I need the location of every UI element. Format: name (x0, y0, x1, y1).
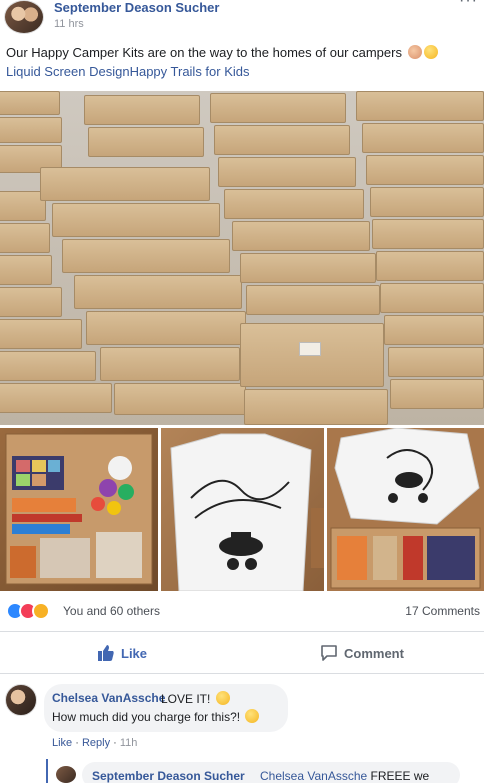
box (210, 93, 346, 123)
grinning-face-icon (245, 709, 260, 723)
reply-mention[interactable]: Chelsea VanAssche (260, 769, 367, 783)
comment-time: 11h (119, 737, 138, 749)
commenter-avatar[interactable] (5, 684, 37, 716)
post-author[interactable]: September Deason Sucher (54, 0, 219, 15)
reply-text: Chelsea VanAssche FREEE we (260, 769, 430, 783)
author-avatar[interactable] (4, 0, 44, 34)
reply-author-avatar[interactable] (56, 766, 76, 783)
box (240, 323, 384, 387)
comment-text-line1: LOVE IT! (161, 691, 230, 706)
box (224, 189, 364, 219)
box (214, 125, 350, 155)
box (240, 253, 376, 283)
box (372, 219, 484, 249)
post-message: Our Happy Camper Kits are on the way to … (6, 45, 402, 60)
box (86, 311, 246, 345)
divider (0, 673, 484, 674)
box (244, 389, 388, 425)
wow-reaction-icon (32, 602, 50, 620)
post-time[interactable]: 11 hrs (54, 18, 84, 30)
grinning-face-icon (215, 691, 230, 705)
reply-author[interactable]: September Deason Sucher (92, 769, 245, 783)
reply-thread-line (46, 759, 48, 783)
box (40, 167, 210, 201)
box (0, 255, 52, 285)
box (376, 251, 484, 281)
comment-icon (321, 645, 337, 661)
box (232, 221, 370, 251)
box (0, 287, 62, 317)
box (246, 285, 380, 315)
box (88, 127, 204, 157)
box (390, 379, 484, 409)
box (84, 95, 200, 125)
comment-button[interactable]: Comment (320, 644, 404, 664)
clapping-hands-icon (407, 45, 422, 59)
post-text: Our Happy Camper Kits are on the way to … (6, 43, 482, 81)
more-options-icon[interactable]: ··· (459, 0, 478, 10)
box (52, 203, 220, 237)
comments-count[interactable]: 17 Comments (405, 604, 480, 618)
like-button[interactable]: Like (97, 644, 147, 664)
smiling-face-icon (423, 45, 438, 59)
shipping-label (299, 342, 321, 356)
box (0, 223, 50, 253)
box (0, 91, 60, 115)
post-header: September Deason Sucher 11 hrs ··· (0, 0, 484, 40)
thumbs-up-icon (98, 645, 114, 661)
comment-label: Comment (344, 646, 404, 661)
box (114, 383, 246, 415)
comment-author[interactable]: Chelsea VanAssche (52, 691, 165, 705)
box (74, 275, 242, 309)
photo-tshirt-back[interactable] (327, 428, 484, 591)
post-photo-row (0, 428, 484, 591)
box (218, 157, 356, 187)
box (370, 187, 484, 217)
box (0, 351, 96, 381)
box (0, 117, 62, 143)
comment-text-line2: How much did you charge for this?! (52, 709, 260, 724)
box (0, 319, 82, 349)
photo-tshirt-front[interactable] (161, 428, 324, 591)
box (366, 155, 484, 185)
comment-actions: Like · Reply · 11h (52, 737, 138, 749)
like-label: Like (121, 646, 148, 661)
post-photo-boxes[interactable] (0, 91, 484, 425)
comment-reply-link[interactable]: Reply (82, 737, 110, 749)
comment-like-link[interactable]: Like (52, 737, 72, 749)
box (356, 91, 484, 121)
box (0, 383, 112, 413)
reaction-summary[interactable]: You and 60 others (63, 604, 160, 618)
divider (0, 631, 484, 632)
box (362, 123, 484, 153)
box (384, 315, 484, 345)
box (62, 239, 230, 273)
box (100, 347, 240, 381)
photo-kit-contents[interactable] (0, 428, 158, 591)
box (380, 283, 484, 313)
box (388, 347, 484, 377)
post-tags[interactable]: Liquid Screen DesignHappy Trails for Kid… (6, 64, 250, 79)
